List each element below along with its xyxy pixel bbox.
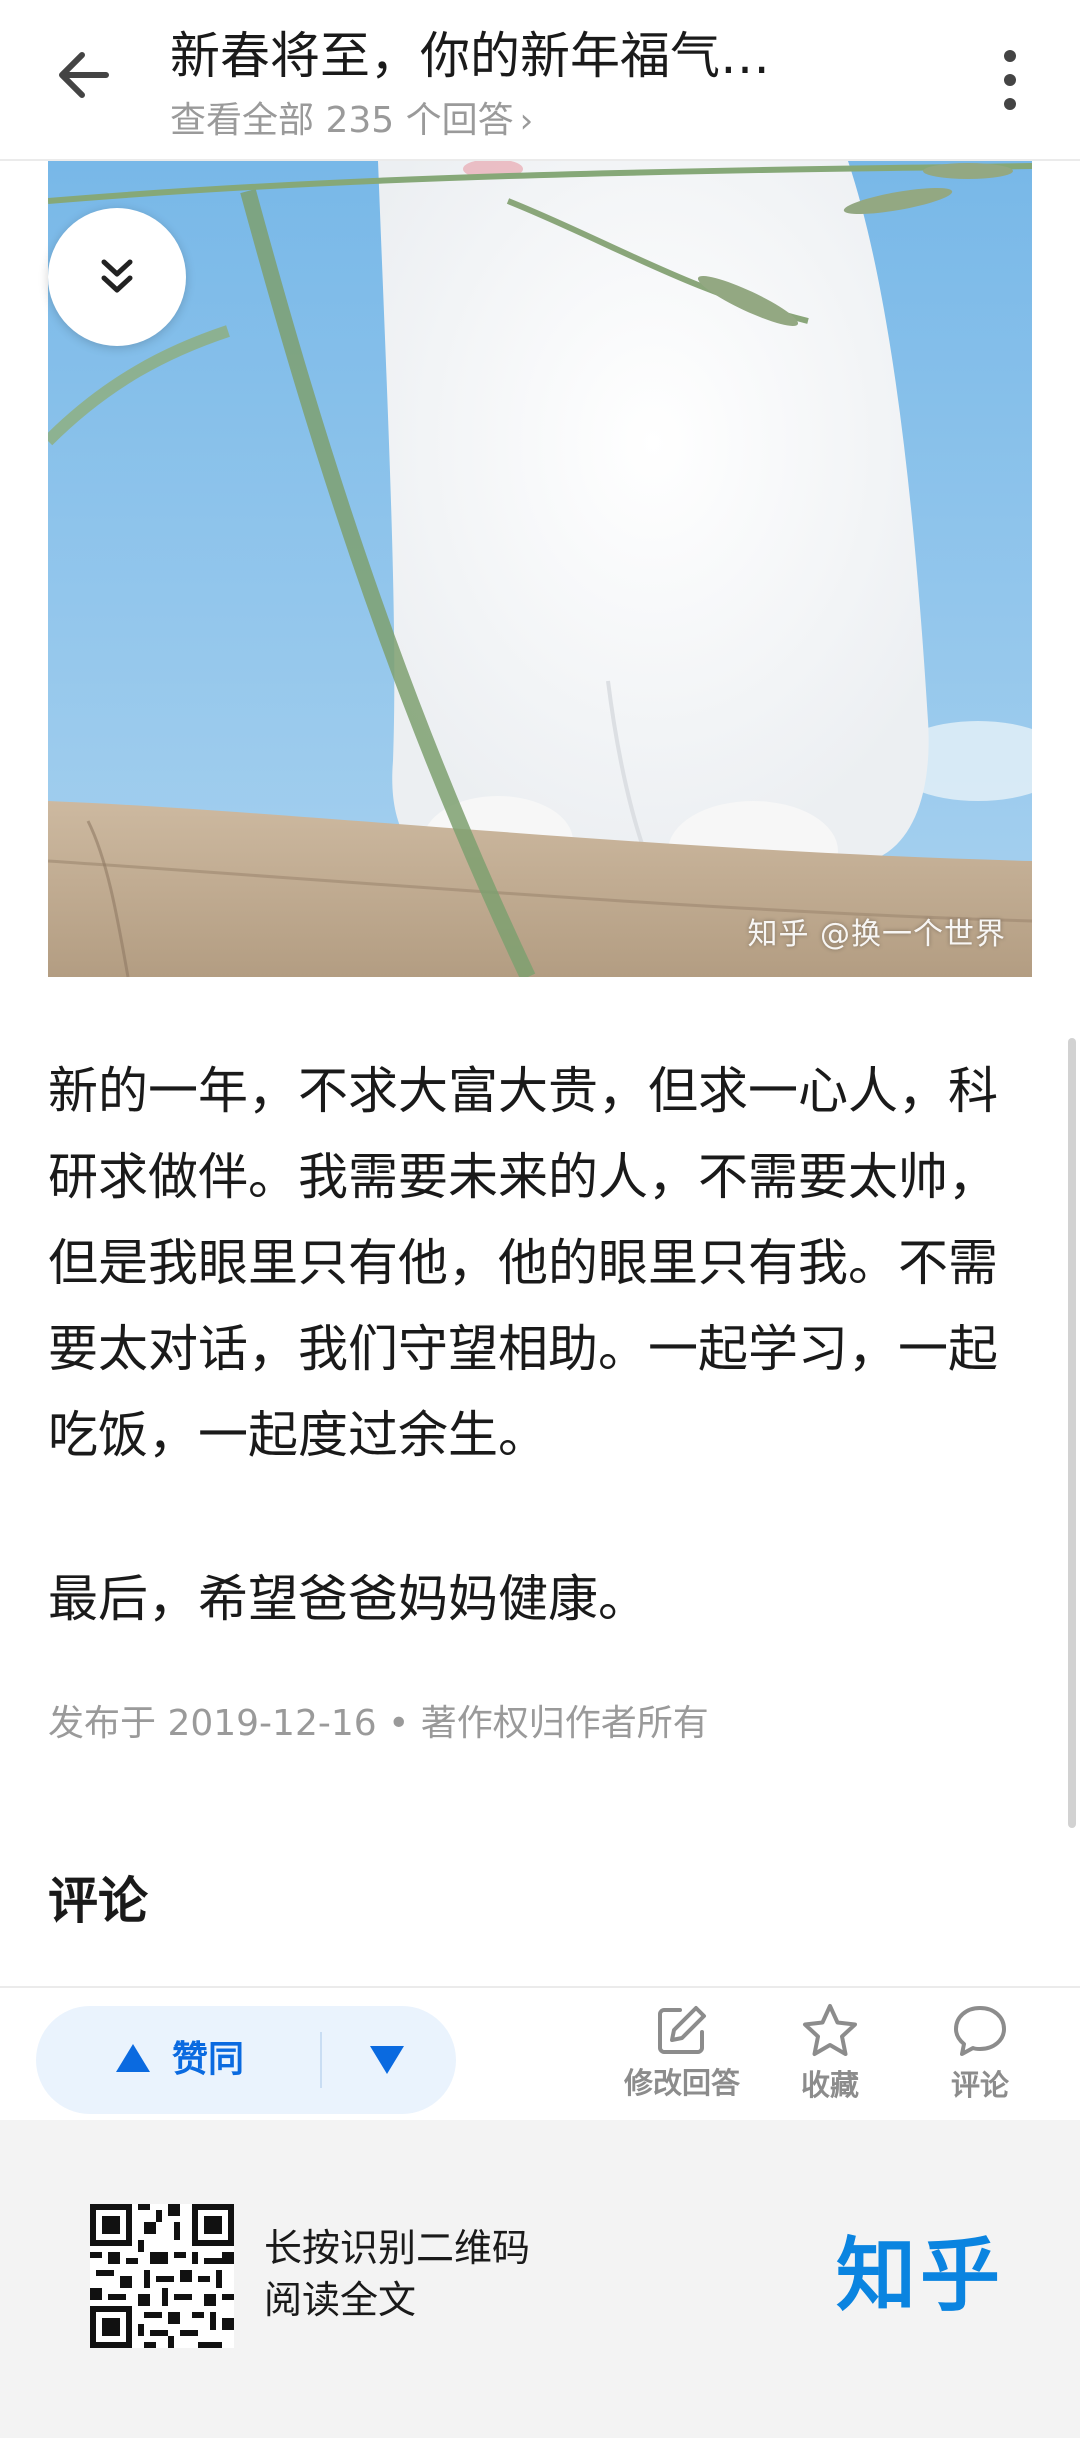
answer-paragraph-2: 最后，希望爸爸妈妈健康。 bbox=[48, 1570, 648, 1628]
image-watermark: 知乎 @换一个世界 bbox=[747, 917, 1006, 952]
collapse-button[interactable] bbox=[48, 208, 186, 346]
qr-line-2: 阅读全文 bbox=[264, 2278, 417, 2322]
edit-answer-button[interactable]: 修改回答 bbox=[612, 2002, 752, 2118]
qr-line-1: 长按识别二维码 bbox=[264, 2226, 531, 2270]
upvote-label: 赞同 bbox=[172, 2039, 245, 2080]
back-button[interactable] bbox=[50, 40, 120, 110]
favorite-button[interactable]: 收藏 bbox=[760, 2002, 900, 2118]
qr-code-icon bbox=[90, 2204, 234, 2348]
answer-image[interactable]: 知乎 @换一个世界 bbox=[48, 161, 1032, 977]
vote-control: 赞同 bbox=[36, 2006, 456, 2114]
comment-bubble-icon bbox=[954, 2006, 1006, 2056]
more-button[interactable] bbox=[990, 44, 1030, 116]
answer-page: 新春将至，你的新年福气… 查看全部 235 个回答 › 知乎 @换一个世界 新的… bbox=[0, 0, 1080, 2438]
chevron-double-down-icon bbox=[101, 259, 133, 293]
comment-label: 评论 bbox=[950, 2068, 1009, 2102]
edit-icon bbox=[658, 2006, 706, 2054]
cat-photo bbox=[48, 161, 1032, 977]
view-all-answers-label: 查看全部 235 个回答 bbox=[170, 100, 514, 141]
edit-answer-label: 修改回答 bbox=[623, 2066, 740, 2100]
share-footer: 长按识别二维码 阅读全文 知乎 bbox=[0, 2120, 1080, 2438]
back-arrow-icon bbox=[59, 52, 109, 98]
action-bar: 赞同 修改回答 收藏 评论 bbox=[0, 1986, 1080, 2120]
favorite-label: 收藏 bbox=[800, 2068, 859, 2102]
publish-info: 发布于 2019-12-16 • 著作权归作者所有 bbox=[48, 1703, 709, 1744]
scrollbar[interactable] bbox=[1068, 1038, 1076, 1828]
qr-instructions: 长按识别二维码 阅读全文 bbox=[264, 2222, 530, 2326]
comments-heading: 评论 bbox=[48, 1872, 148, 1930]
downvote-triangle-icon bbox=[370, 2046, 404, 2074]
answer-paragraph-1: 新的一年，不求大富大贵，但求一心人，科研求做伴。我需要未来的人，不需要太帅，但是… bbox=[48, 1062, 998, 1464]
star-icon bbox=[803, 2004, 857, 2056]
more-vert-icon bbox=[1004, 50, 1016, 110]
view-all-answers-link[interactable]: 查看全部 235 个回答 › bbox=[170, 96, 533, 146]
upvote-triangle-icon bbox=[116, 2044, 150, 2072]
upvote-button[interactable]: 赞同 bbox=[36, 2006, 320, 2114]
top-bar: 新春将至，你的新年福气… 查看全部 235 个回答 › bbox=[0, 0, 1080, 161]
comment-button[interactable]: 评论 bbox=[910, 2002, 1050, 2118]
qr-code[interactable] bbox=[90, 2204, 234, 2348]
question-title[interactable]: 新春将至，你的新年福气… bbox=[170, 24, 850, 88]
downvote-button[interactable] bbox=[322, 2006, 456, 2114]
chevron-right-icon: › bbox=[519, 101, 534, 141]
zhihu-logo: 知乎 bbox=[836, 2229, 1004, 2322]
